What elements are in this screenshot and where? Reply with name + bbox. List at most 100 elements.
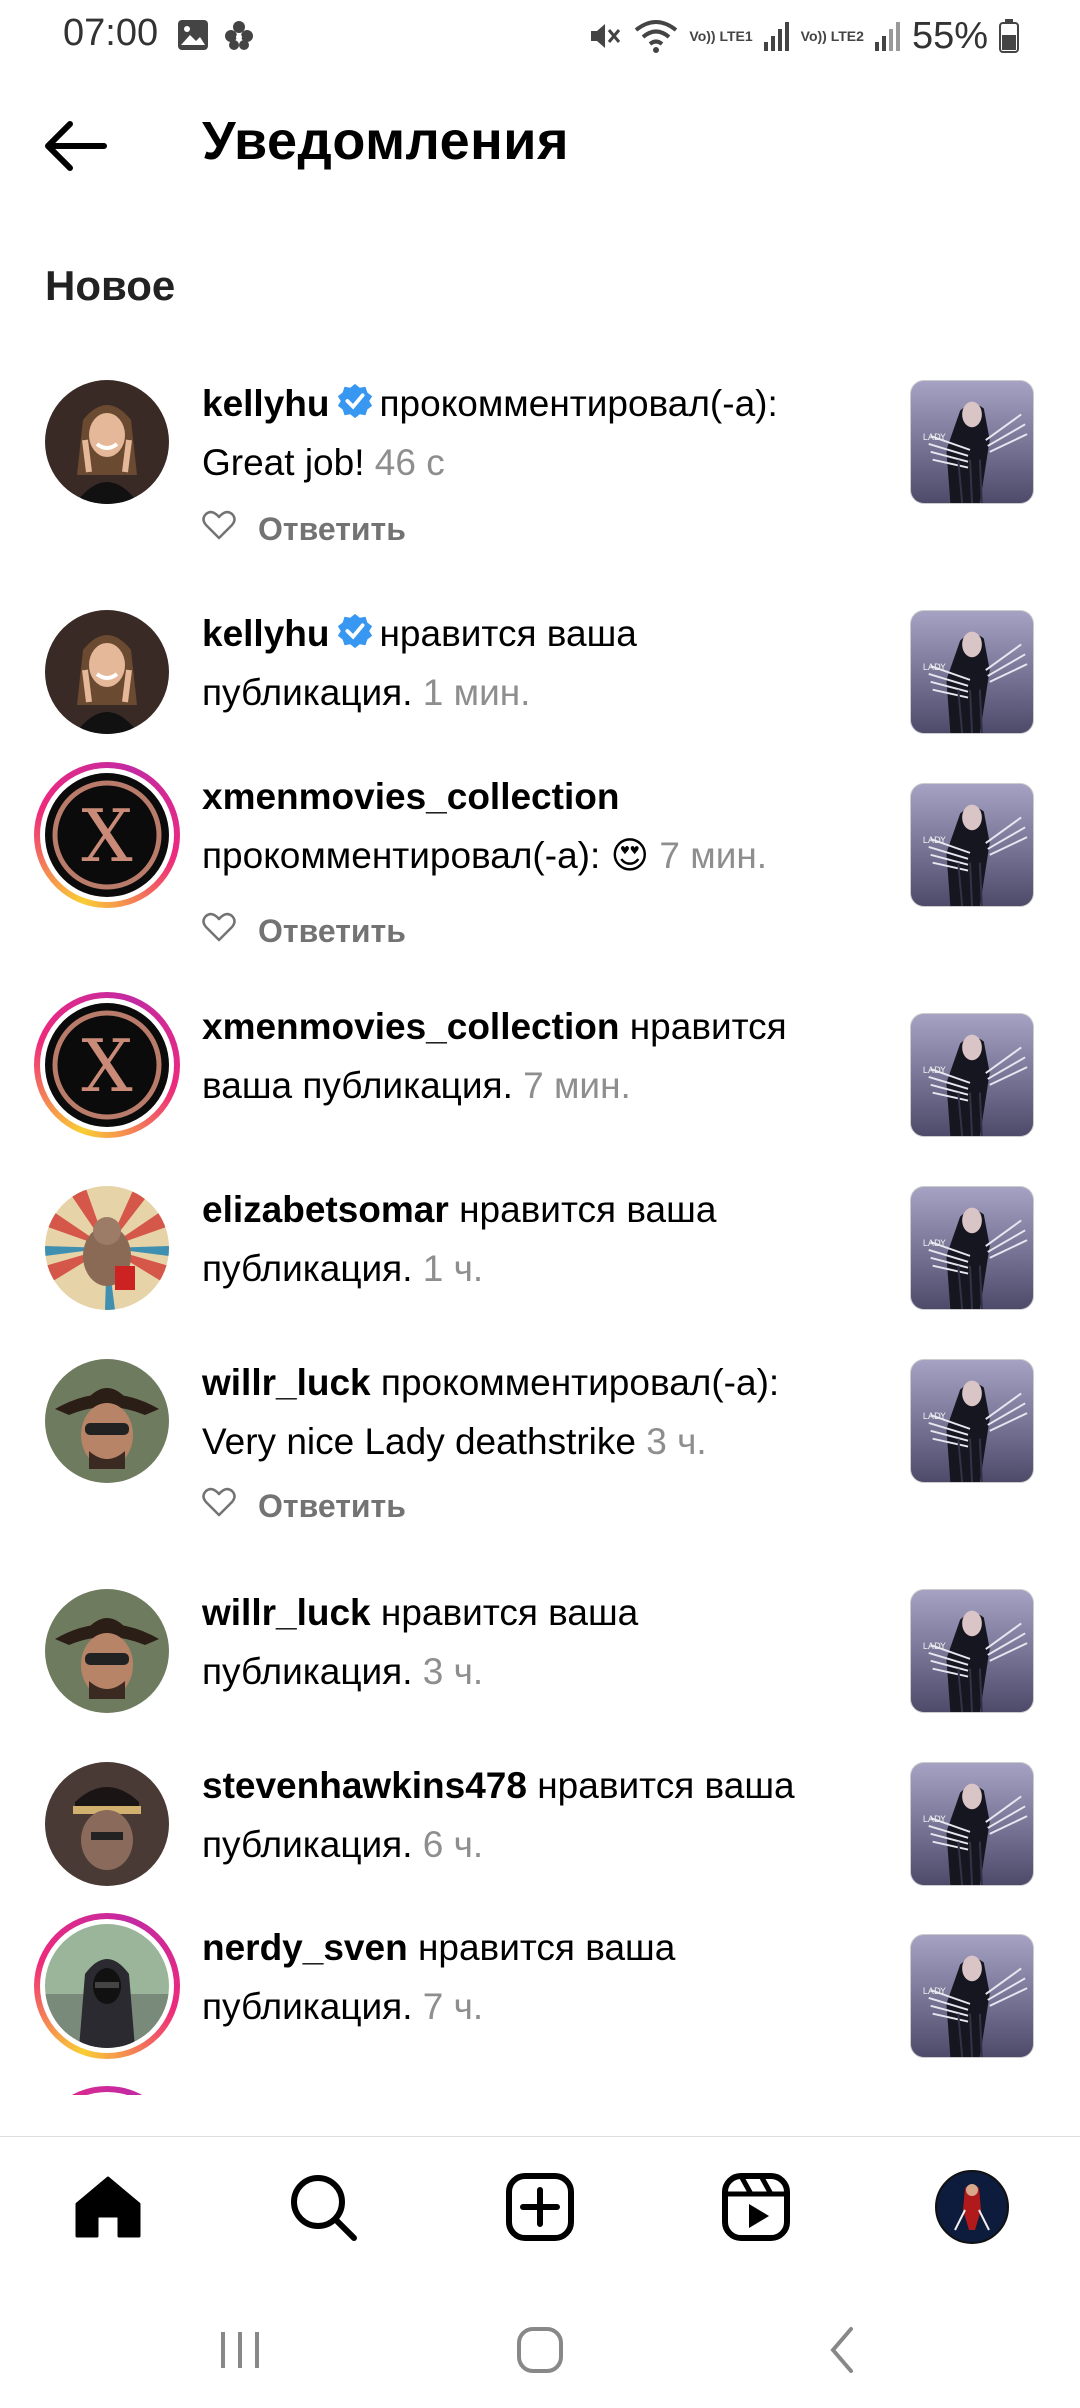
notification-text: xmenmovies_collection нравится ваша публ…	[202, 997, 842, 1115]
svg-text:LADY: LADY	[923, 1815, 947, 1825]
post-thumbnail[interactable]: LADY	[910, 1762, 1034, 1886]
username[interactable]: kellyhu	[202, 613, 330, 654]
username[interactable]: nerdy_sven	[202, 1927, 408, 1968]
verified-badge-icon	[337, 383, 372, 419]
heart-icon	[202, 510, 236, 540]
svg-text:LADY: LADY	[923, 1066, 947, 1076]
action-text: прокомментировал(-а):	[380, 1362, 780, 1403]
lte2-label: Vo)) LTE2	[800, 27, 864, 44]
home-system-button[interactable]	[505, 2320, 575, 2380]
timestamp: 7 мин.	[523, 1065, 631, 1106]
reels-icon	[722, 2173, 790, 2241]
user-avatar[interactable]	[34, 1913, 180, 2059]
timestamp: 46 с	[374, 442, 445, 483]
status-right: Vo)) LTE1 Vo)) LTE2 55%	[587, 12, 1020, 60]
notification-text: elizabetsomar нравится ваша публикация. …	[202, 1180, 842, 1298]
user-avatar[interactable]	[45, 1359, 169, 1483]
back-button[interactable]	[40, 116, 120, 176]
user-avatar[interactable]	[45, 1186, 169, 1310]
timestamp: 7 ч.	[422, 1986, 484, 2027]
reply-row: Ответить	[202, 912, 406, 950]
section-title-new: Новое	[45, 262, 176, 309]
notification-text: kellyhu нравится ваша публикация. 1 мин.	[202, 604, 842, 722]
svg-text:LADY: LADY	[923, 836, 947, 846]
heart-icon	[202, 1487, 236, 1517]
create-icon	[506, 2173, 574, 2241]
comment-text: Great job!	[202, 442, 365, 483]
home-circle-icon	[517, 2327, 563, 2373]
reply-button[interactable]: Ответить	[258, 913, 406, 950]
user-avatar[interactable]	[45, 380, 169, 504]
image-icon	[178, 20, 208, 50]
like-comment-button[interactable]	[202, 510, 236, 548]
svg-text:LADY: LADY	[923, 663, 947, 673]
nav-create[interactable]	[500, 2167, 580, 2247]
user-avatar[interactable]: X	[34, 992, 180, 1138]
svg-text:LADY: LADY	[923, 1987, 947, 1997]
user-avatar[interactable]	[45, 610, 169, 734]
wifi-icon	[635, 20, 678, 53]
like-comment-button[interactable]	[202, 1487, 236, 1525]
nav-profile[interactable]	[932, 2167, 1012, 2247]
username[interactable]: willr_luck	[202, 1592, 371, 1633]
page-title: Уведомления	[202, 111, 569, 171]
notification-text: nerdy_sven нравится ваша публикация. 7 ч…	[202, 1918, 842, 2036]
like-comment-button[interactable]	[202, 912, 236, 950]
user-avatar[interactable]	[45, 1589, 169, 1713]
timestamp: 7 мин.	[659, 835, 768, 876]
comment-text: Very nice Lady deathstrike	[202, 1421, 636, 1462]
battery-icon	[999, 19, 1019, 53]
notification-text: stevenhawkins478 нравится ваша публикаци…	[202, 1756, 842, 1874]
svg-text:LADY: LADY	[923, 1412, 947, 1422]
lte2-signal-icon	[874, 22, 900, 51]
post-thumbnail[interactable]: LADY	[910, 783, 1034, 907]
post-thumbnail[interactable]: LADY	[910, 1589, 1034, 1713]
user-avatar[interactable]: X	[34, 762, 180, 908]
timestamp: 6 ч.	[422, 1824, 484, 1865]
flower-icon	[225, 21, 253, 50]
svg-text:LADY: LADY	[923, 433, 947, 443]
post-thumbnail[interactable]: LADY	[910, 380, 1034, 504]
reply-button[interactable]: Ответить	[258, 511, 406, 548]
status-bar: 07:00 Vo)) LTE1 Vo)) LTE2 55%	[0, 0, 1080, 72]
mute-icon	[591, 24, 621, 48]
username[interactable]: xmenmovies_collection	[202, 1006, 619, 1047]
svg-text:X: X	[81, 794, 132, 878]
post-thumbnail[interactable]: LADY	[910, 1013, 1034, 1137]
timestamp: 3 ч.	[646, 1421, 707, 1462]
reply-row: Ответить	[202, 1487, 406, 1525]
post-thumbnail[interactable]: LADY	[910, 1186, 1034, 1310]
username[interactable]: elizabetsomar	[202, 1189, 449, 1230]
username[interactable]: willr_luck	[202, 1362, 371, 1403]
back-system-button[interactable]	[808, 2320, 878, 2380]
post-thumbnail[interactable]: LADY	[910, 1934, 1034, 2058]
action-text: прокомментировал(-а):	[202, 835, 601, 876]
notification-text: willr_luck прокомментировал(-а): Very ni…	[202, 1353, 842, 1471]
battery-percentage: 55%	[911, 14, 988, 57]
user-avatar[interactable]	[45, 1762, 169, 1886]
timestamp: 1 мин.	[422, 672, 531, 713]
notification-text: xmenmovies_collection прокомментировал(-…	[202, 767, 842, 885]
verified-badge-icon	[337, 613, 372, 649]
search-icon	[291, 2175, 357, 2241]
lte1-label: Vo)) LTE1	[689, 27, 753, 44]
post-thumbnail[interactable]: LADY	[910, 610, 1034, 734]
username[interactable]: stevenhawkins478	[202, 1765, 527, 1806]
action-text: прокомментировал(-а):	[379, 383, 778, 424]
timestamp: 1 ч.	[422, 1248, 484, 1289]
bottom-nav	[0, 2136, 1080, 2276]
post-thumbnail[interactable]: LADY	[910, 1359, 1034, 1483]
app-header: Уведомления	[0, 96, 1080, 196]
list-clip	[0, 2095, 1080, 2136]
username[interactable]: kellyhu	[202, 383, 330, 424]
arrow-left-icon	[45, 121, 107, 171]
recents-button[interactable]	[205, 2320, 275, 2380]
nav-reels[interactable]	[716, 2167, 796, 2247]
heart-icon	[202, 912, 236, 942]
reply-button[interactable]: Ответить	[258, 1488, 406, 1525]
username[interactable]: xmenmovies_collection	[202, 776, 619, 817]
reply-row: Ответить	[202, 510, 406, 548]
nav-home[interactable]	[68, 2167, 148, 2247]
nav-search[interactable]	[283, 2167, 363, 2247]
comment-text: 😍	[610, 835, 650, 876]
